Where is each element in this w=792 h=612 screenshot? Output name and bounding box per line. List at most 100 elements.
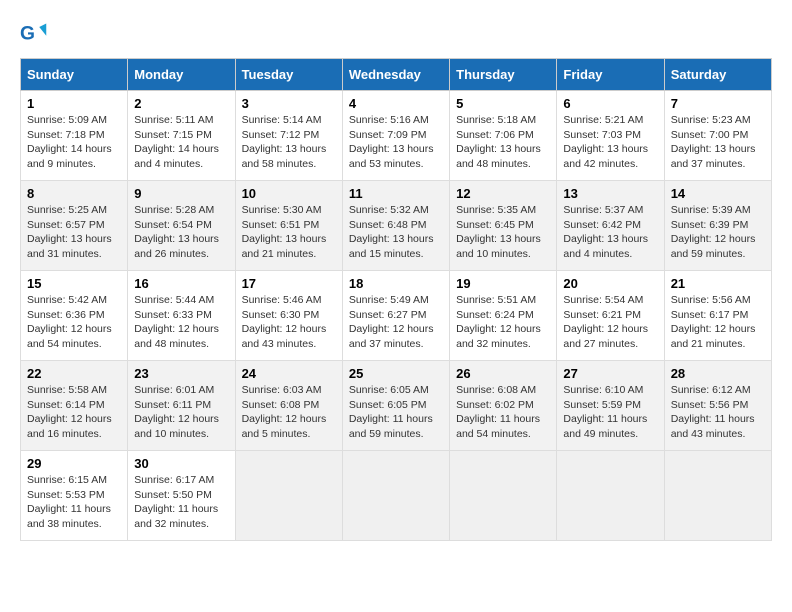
day-info: Sunrise: 5:58 AM Sunset: 6:14 PM Dayligh… xyxy=(27,383,121,442)
day-info: Sunrise: 5:46 AM Sunset: 6:30 PM Dayligh… xyxy=(242,293,336,352)
calendar-cell xyxy=(450,451,557,541)
day-info: Sunrise: 5:56 AM Sunset: 6:17 PM Dayligh… xyxy=(671,293,765,352)
calendar-cell: 21 Sunrise: 5:56 AM Sunset: 6:17 PM Dayl… xyxy=(664,271,771,361)
day-info: Sunrise: 5:39 AM Sunset: 6:39 PM Dayligh… xyxy=(671,203,765,262)
day-of-week-header: Saturday xyxy=(664,59,771,91)
day-info: Sunrise: 5:51 AM Sunset: 6:24 PM Dayligh… xyxy=(456,293,550,352)
day-info: Sunrise: 5:49 AM Sunset: 6:27 PM Dayligh… xyxy=(349,293,443,352)
day-number: 6 xyxy=(563,96,657,111)
day-of-week-header: Monday xyxy=(128,59,235,91)
svg-text:G: G xyxy=(20,23,35,44)
day-info: Sunrise: 6:08 AM Sunset: 6:02 PM Dayligh… xyxy=(456,383,550,442)
day-number: 7 xyxy=(671,96,765,111)
day-number: 29 xyxy=(27,456,121,471)
days-header-row: SundayMondayTuesdayWednesdayThursdayFrid… xyxy=(21,59,772,91)
day-number: 5 xyxy=(456,96,550,111)
day-info: Sunrise: 6:12 AM Sunset: 5:56 PM Dayligh… xyxy=(671,383,765,442)
day-number: 1 xyxy=(27,96,121,111)
calendar-week-row: 8 Sunrise: 5:25 AM Sunset: 6:57 PM Dayli… xyxy=(21,181,772,271)
day-info: Sunrise: 5:11 AM Sunset: 7:15 PM Dayligh… xyxy=(134,113,228,172)
day-info: Sunrise: 5:42 AM Sunset: 6:36 PM Dayligh… xyxy=(27,293,121,352)
day-of-week-header: Sunday xyxy=(21,59,128,91)
day-number: 21 xyxy=(671,276,765,291)
day-info: Sunrise: 6:05 AM Sunset: 6:05 PM Dayligh… xyxy=(349,383,443,442)
calendar-cell: 17 Sunrise: 5:46 AM Sunset: 6:30 PM Dayl… xyxy=(235,271,342,361)
day-number: 3 xyxy=(242,96,336,111)
logo-icon: G xyxy=(20,20,48,48)
day-of-week-header: Thursday xyxy=(450,59,557,91)
day-info: Sunrise: 6:01 AM Sunset: 6:11 PM Dayligh… xyxy=(134,383,228,442)
day-number: 16 xyxy=(134,276,228,291)
calendar-week-row: 15 Sunrise: 5:42 AM Sunset: 6:36 PM Dayl… xyxy=(21,271,772,361)
calendar-cell: 2 Sunrise: 5:11 AM Sunset: 7:15 PM Dayli… xyxy=(128,91,235,181)
day-info: Sunrise: 5:23 AM Sunset: 7:00 PM Dayligh… xyxy=(671,113,765,172)
day-number: 19 xyxy=(456,276,550,291)
day-number: 26 xyxy=(456,366,550,381)
day-info: Sunrise: 5:25 AM Sunset: 6:57 PM Dayligh… xyxy=(27,203,121,262)
day-of-week-header: Friday xyxy=(557,59,664,91)
calendar-cell xyxy=(664,451,771,541)
calendar-cell: 6 Sunrise: 5:21 AM Sunset: 7:03 PM Dayli… xyxy=(557,91,664,181)
day-info: Sunrise: 6:15 AM Sunset: 5:53 PM Dayligh… xyxy=(27,473,121,532)
day-number: 22 xyxy=(27,366,121,381)
day-number: 30 xyxy=(134,456,228,471)
day-info: Sunrise: 5:09 AM Sunset: 7:18 PM Dayligh… xyxy=(27,113,121,172)
calendar-cell: 28 Sunrise: 6:12 AM Sunset: 5:56 PM Dayl… xyxy=(664,361,771,451)
day-info: Sunrise: 6:17 AM Sunset: 5:50 PM Dayligh… xyxy=(134,473,228,532)
day-number: 18 xyxy=(349,276,443,291)
calendar-week-row: 1 Sunrise: 5:09 AM Sunset: 7:18 PM Dayli… xyxy=(21,91,772,181)
calendar-cell: 27 Sunrise: 6:10 AM Sunset: 5:59 PM Dayl… xyxy=(557,361,664,451)
day-number: 27 xyxy=(563,366,657,381)
calendar-cell: 11 Sunrise: 5:32 AM Sunset: 6:48 PM Dayl… xyxy=(342,181,449,271)
day-info: Sunrise: 5:16 AM Sunset: 7:09 PM Dayligh… xyxy=(349,113,443,172)
calendar-cell: 25 Sunrise: 6:05 AM Sunset: 6:05 PM Dayl… xyxy=(342,361,449,451)
calendar-cell: 15 Sunrise: 5:42 AM Sunset: 6:36 PM Dayl… xyxy=(21,271,128,361)
calendar-cell xyxy=(342,451,449,541)
day-info: Sunrise: 5:35 AM Sunset: 6:45 PM Dayligh… xyxy=(456,203,550,262)
calendar-cell: 1 Sunrise: 5:09 AM Sunset: 7:18 PM Dayli… xyxy=(21,91,128,181)
calendar-cell: 7 Sunrise: 5:23 AM Sunset: 7:00 PM Dayli… xyxy=(664,91,771,181)
day-number: 23 xyxy=(134,366,228,381)
day-number: 13 xyxy=(563,186,657,201)
day-number: 4 xyxy=(349,96,443,111)
calendar-cell xyxy=(235,451,342,541)
page-header: G xyxy=(20,20,772,48)
calendar-cell: 20 Sunrise: 5:54 AM Sunset: 6:21 PM Dayl… xyxy=(557,271,664,361)
day-number: 28 xyxy=(671,366,765,381)
calendar-cell: 13 Sunrise: 5:37 AM Sunset: 6:42 PM Dayl… xyxy=(557,181,664,271)
day-info: Sunrise: 5:21 AM Sunset: 7:03 PM Dayligh… xyxy=(563,113,657,172)
calendar-cell: 10 Sunrise: 5:30 AM Sunset: 6:51 PM Dayl… xyxy=(235,181,342,271)
calendar-cell: 22 Sunrise: 5:58 AM Sunset: 6:14 PM Dayl… xyxy=(21,361,128,451)
calendar-cell: 9 Sunrise: 5:28 AM Sunset: 6:54 PM Dayli… xyxy=(128,181,235,271)
calendar-cell: 4 Sunrise: 5:16 AM Sunset: 7:09 PM Dayli… xyxy=(342,91,449,181)
calendar-cell: 14 Sunrise: 5:39 AM Sunset: 6:39 PM Dayl… xyxy=(664,181,771,271)
calendar-table: SundayMondayTuesdayWednesdayThursdayFrid… xyxy=(20,58,772,541)
day-info: Sunrise: 6:03 AM Sunset: 6:08 PM Dayligh… xyxy=(242,383,336,442)
day-info: Sunrise: 5:14 AM Sunset: 7:12 PM Dayligh… xyxy=(242,113,336,172)
calendar-week-row: 22 Sunrise: 5:58 AM Sunset: 6:14 PM Dayl… xyxy=(21,361,772,451)
day-info: Sunrise: 5:37 AM Sunset: 6:42 PM Dayligh… xyxy=(563,203,657,262)
calendar-week-row: 29 Sunrise: 6:15 AM Sunset: 5:53 PM Dayl… xyxy=(21,451,772,541)
day-of-week-header: Tuesday xyxy=(235,59,342,91)
calendar-cell: 16 Sunrise: 5:44 AM Sunset: 6:33 PM Dayl… xyxy=(128,271,235,361)
day-number: 10 xyxy=(242,186,336,201)
calendar-cell: 24 Sunrise: 6:03 AM Sunset: 6:08 PM Dayl… xyxy=(235,361,342,451)
day-info: Sunrise: 5:18 AM Sunset: 7:06 PM Dayligh… xyxy=(456,113,550,172)
day-info: Sunrise: 6:10 AM Sunset: 5:59 PM Dayligh… xyxy=(563,383,657,442)
calendar-cell: 23 Sunrise: 6:01 AM Sunset: 6:11 PM Dayl… xyxy=(128,361,235,451)
calendar-cell: 30 Sunrise: 6:17 AM Sunset: 5:50 PM Dayl… xyxy=(128,451,235,541)
logo: G xyxy=(20,20,52,48)
day-info: Sunrise: 5:28 AM Sunset: 6:54 PM Dayligh… xyxy=(134,203,228,262)
day-number: 9 xyxy=(134,186,228,201)
calendar-cell: 26 Sunrise: 6:08 AM Sunset: 6:02 PM Dayl… xyxy=(450,361,557,451)
calendar-cell: 5 Sunrise: 5:18 AM Sunset: 7:06 PM Dayli… xyxy=(450,91,557,181)
calendar-cell: 3 Sunrise: 5:14 AM Sunset: 7:12 PM Dayli… xyxy=(235,91,342,181)
calendar-cell: 29 Sunrise: 6:15 AM Sunset: 5:53 PM Dayl… xyxy=(21,451,128,541)
day-number: 20 xyxy=(563,276,657,291)
day-number: 12 xyxy=(456,186,550,201)
day-number: 14 xyxy=(671,186,765,201)
calendar-cell xyxy=(557,451,664,541)
day-number: 11 xyxy=(349,186,443,201)
calendar-cell: 19 Sunrise: 5:51 AM Sunset: 6:24 PM Dayl… xyxy=(450,271,557,361)
day-number: 17 xyxy=(242,276,336,291)
